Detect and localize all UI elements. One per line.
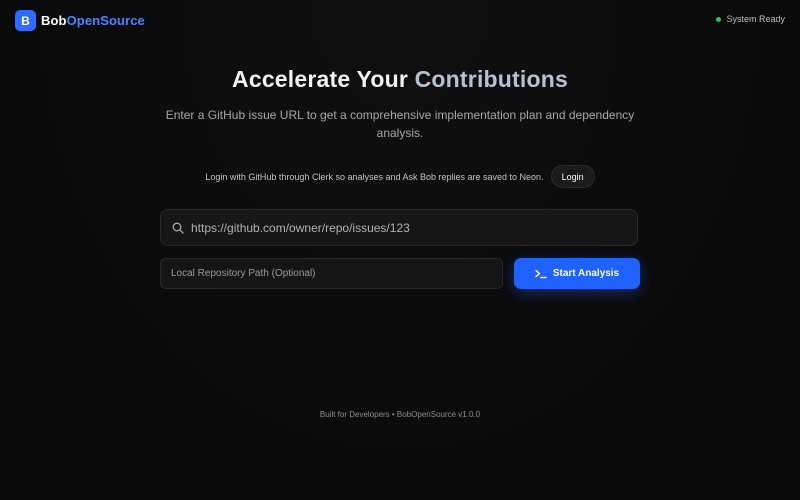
app-page: B BobOpenSource System Ready Accelerate … — [0, 0, 800, 500]
brand-name: BobOpenSource — [41, 13, 145, 28]
local-path-placeholder: Local Repository Path (Optional) — [171, 268, 316, 279]
system-status: System Ready — [716, 14, 785, 24]
login-button[interactable]: Login — [550, 165, 595, 188]
status-text: System Ready — [726, 14, 785, 24]
page-title-part1: Accelerate Your — [232, 66, 415, 92]
local-path-input[interactable]: Local Repository Path (Optional) — [160, 258, 503, 289]
start-analysis-button[interactable]: Start Analysis — [514, 258, 640, 289]
login-message: Login with GitHub through Clerk so analy… — [205, 171, 544, 182]
start-analysis-label: Start Analysis — [552, 268, 620, 279]
page-title-part2: Contributions — [414, 66, 568, 92]
page-subtitle: Enter a GitHub issue URL to get a compre… — [165, 108, 635, 140]
logo-icon: B — [15, 10, 36, 31]
brand-name-part1: Bob — [41, 13, 67, 28]
footer-text: Built for Developers • BobOpenSource v1.… — [319, 410, 481, 419]
issue-url-value: https://github.com/owner/repo/issues/123 — [191, 220, 410, 235]
search-icon — [171, 221, 185, 235]
issue-url-input[interactable]: https://github.com/owner/repo/issues/123 — [160, 209, 638, 246]
brand-name-part2: OpenSource — [66, 13, 145, 28]
terminal-icon — [535, 269, 547, 279]
login-row: Login with GitHub through Clerk so analy… — [0, 165, 800, 188]
page-title: Accelerate Your Contributions — [0, 66, 800, 93]
brand[interactable]: B BobOpenSource — [15, 10, 145, 31]
top-bar: B BobOpenSource System Ready — [0, 0, 800, 40]
logo-letter: B — [21, 13, 30, 28]
status-dot-icon — [716, 16, 722, 22]
